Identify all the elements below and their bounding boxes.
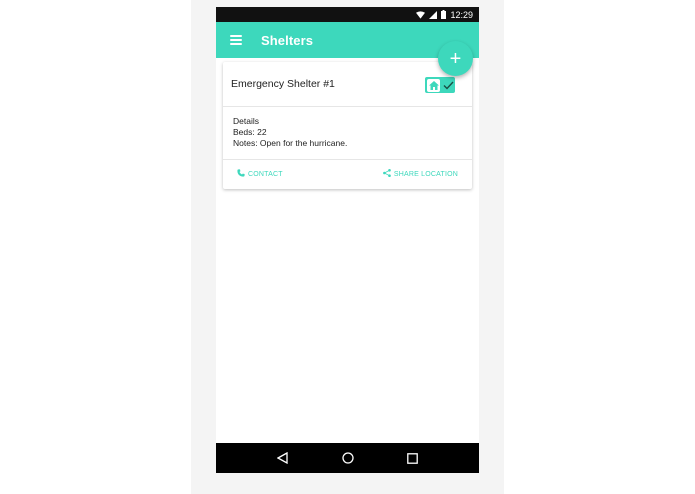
home-icon[interactable] — [338, 448, 358, 468]
status-bar: 12:29 — [216, 7, 479, 22]
page-title: Shelters — [261, 32, 314, 48]
details-heading: Details — [233, 116, 259, 126]
battery-icon — [441, 10, 447, 19]
recents-icon[interactable] — [403, 448, 423, 468]
add-icon: + — [449, 47, 462, 70]
shelter-title: Emergency Shelter #1 — [231, 78, 335, 90]
wifi-icon — [416, 10, 426, 19]
phone-screen: 12:29 Shelters Emergency Shelter #1 Deta… — [216, 7, 479, 473]
contact-label: CONTACT — [248, 170, 283, 178]
house-icon — [427, 78, 440, 92]
system-nav-bar — [216, 443, 479, 473]
signal-icon — [429, 10, 438, 19]
contact-button[interactable]: CONTACT — [237, 169, 283, 179]
shelter-notes: Notes: Open for the hurricane. — [233, 138, 348, 148]
menu-icon[interactable] — [230, 35, 242, 45]
phone-icon — [237, 169, 245, 179]
card-actions: CONTACT SHARE LOCATION — [223, 160, 472, 188]
shelter-status-toggle[interactable] — [425, 77, 455, 93]
add-shelter-button[interactable]: + — [438, 41, 473, 76]
share-location-button[interactable]: SHARE LOCATION — [382, 169, 458, 179]
back-icon[interactable] — [273, 448, 293, 468]
check-icon — [443, 81, 454, 90]
beds-count: Beds: 22 — [233, 127, 267, 137]
card-details: Details Beds: 22 Notes: Open for the hur… — [223, 107, 472, 160]
shelter-card: Emergency Shelter #1 Details Beds: 22 No… — [223, 62, 472, 189]
share-icon — [382, 169, 391, 179]
share-location-label: SHARE LOCATION — [393, 170, 458, 178]
card-header: Emergency Shelter #1 — [223, 62, 472, 107]
status-time: 12:29 — [450, 9, 473, 20]
